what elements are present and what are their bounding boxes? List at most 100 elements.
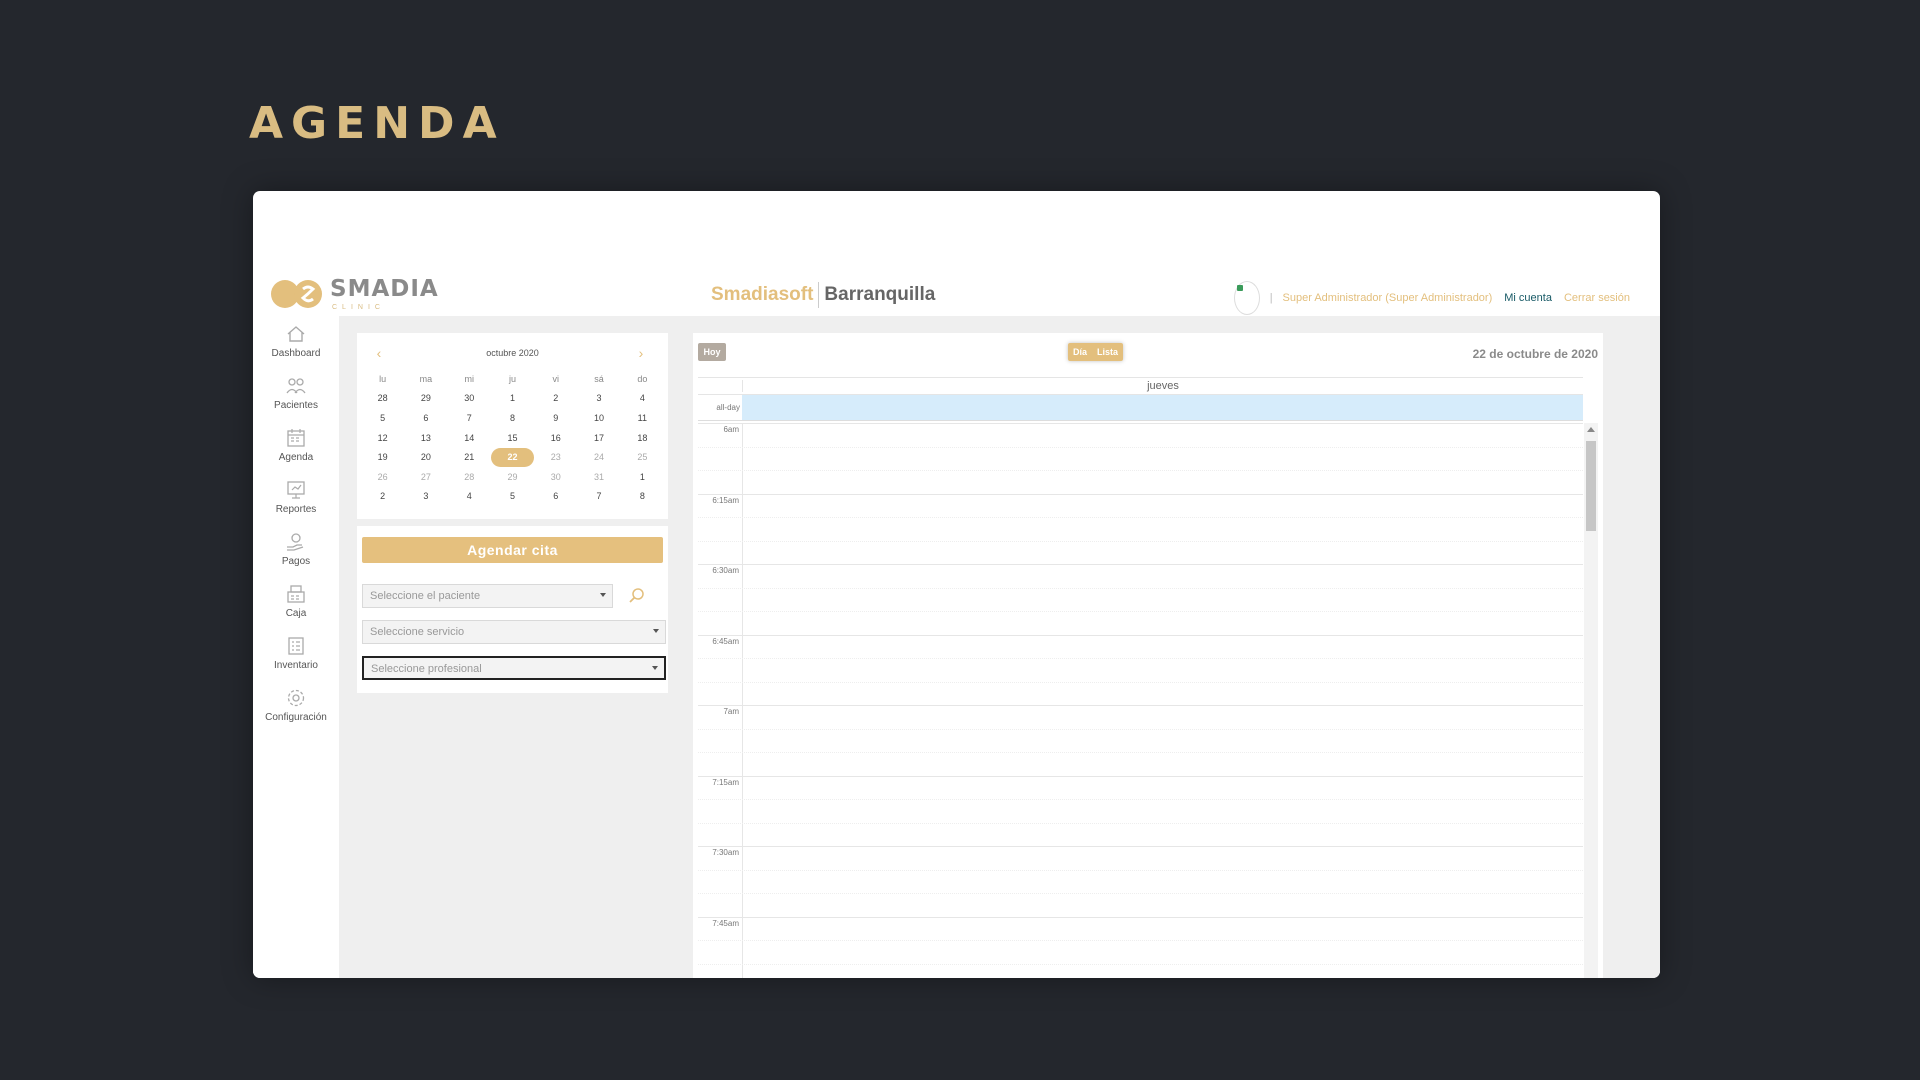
calendar-day[interactable]: 25 bbox=[621, 452, 664, 462]
sidebar-item-pacientes[interactable]: Pacientes bbox=[253, 375, 339, 421]
chevron-down-icon bbox=[600, 593, 606, 597]
time-slot-minor[interactable] bbox=[698, 540, 1583, 542]
calendar-day[interactable]: 2 bbox=[534, 393, 577, 403]
allday-cell[interactable] bbox=[742, 395, 1583, 420]
time-slot-minor[interactable] bbox=[698, 728, 1583, 730]
time-slot-minor[interactable] bbox=[698, 869, 1583, 871]
calendar-day[interactable]: 2 bbox=[361, 491, 404, 501]
calendar-day[interactable]: 6 bbox=[404, 413, 447, 423]
calendar-day[interactable]: 7 bbox=[577, 491, 620, 501]
time-slot-minor[interactable] bbox=[698, 658, 1583, 659]
time-slot-minor[interactable] bbox=[698, 681, 1583, 683]
calendar-day[interactable]: 30 bbox=[534, 472, 577, 482]
calendar-day[interactable]: 19 bbox=[361, 452, 404, 462]
time-slot[interactable]: 6:30am bbox=[698, 564, 1583, 575]
time-slot[interactable]: 7:45am bbox=[698, 916, 1583, 928]
calendar-day[interactable]: 15 bbox=[491, 433, 534, 443]
logout-link[interactable]: Cerrar sesión bbox=[1564, 292, 1630, 304]
calendar-day[interactable]: 20 bbox=[404, 452, 447, 462]
time-slot[interactable]: 6:45am bbox=[698, 634, 1583, 646]
calendar-day[interactable]: 29 bbox=[491, 472, 534, 482]
calendar-day[interactable]: 8 bbox=[491, 413, 534, 423]
sidebar-item-dashboard[interactable]: Dashboard bbox=[253, 323, 339, 369]
calendar-day[interactable]: 1 bbox=[621, 472, 664, 482]
user-name[interactable]: Super Administrador (Super Administrador… bbox=[1283, 292, 1493, 304]
calendar-day[interactable]: 4 bbox=[621, 393, 664, 403]
service-select[interactable]: Seleccione servicio bbox=[362, 620, 666, 644]
calendar-day[interactable]: 27 bbox=[404, 472, 447, 482]
calendar-day[interactable]: 30 bbox=[448, 393, 491, 403]
time-slot[interactable]: 7:30am bbox=[698, 846, 1583, 857]
calendar-day[interactable]: 29 bbox=[404, 393, 447, 403]
time-grid[interactable]: 6am 6:15am 6:30am 6:45am 7am 7:15am 7:30am 7:45… bbox=[698, 423, 1583, 978]
calendar-day[interactable]: 5 bbox=[491, 491, 534, 501]
time-slot-minor[interactable] bbox=[698, 752, 1583, 753]
calendar-day[interactable]: 23 bbox=[534, 452, 577, 462]
chevron-right-icon[interactable]: › bbox=[632, 345, 650, 361]
weekday-header: vi bbox=[552, 373, 560, 384]
calendar-day[interactable]: 11 bbox=[621, 413, 664, 423]
calendar-day[interactable]: 21 bbox=[448, 452, 491, 462]
time-slot-minor[interactable] bbox=[698, 799, 1583, 800]
calendar-day[interactable]: 9 bbox=[534, 413, 577, 423]
professional-select[interactable]: Seleccione profesional bbox=[362, 656, 666, 680]
sidebar-item-reportes[interactable]: Reportes bbox=[253, 479, 339, 525]
brand-divider bbox=[818, 282, 820, 308]
calendar-day-number: 26 bbox=[377, 471, 388, 482]
time-slot-minor[interactable] bbox=[698, 822, 1583, 824]
today-button[interactable]: Hoy bbox=[698, 343, 726, 361]
calendar-day[interactable]: 28 bbox=[448, 472, 491, 482]
calendar-day[interactable]: 5 bbox=[361, 413, 404, 423]
search-icon[interactable] bbox=[627, 586, 647, 606]
calendar-day[interactable]: 26 bbox=[361, 472, 404, 482]
time-slot-minor[interactable] bbox=[698, 611, 1583, 612]
calendar-day[interactable]: 7 bbox=[448, 413, 491, 423]
calendar-day-today[interactable]: 22 bbox=[490, 447, 534, 467]
calendar-day[interactable]: 12 bbox=[361, 433, 404, 443]
time-slot-minor[interactable] bbox=[698, 470, 1583, 471]
time-slot[interactable]: 7:15am bbox=[698, 775, 1583, 787]
view-list-button[interactable]: Lista bbox=[1092, 343, 1124, 361]
calendar-day[interactable]: 3 bbox=[577, 393, 620, 403]
patient-select[interactable]: Seleccione el paciente bbox=[362, 584, 613, 608]
calendar-day[interactable]: 24 bbox=[577, 452, 620, 462]
time-slot[interactable]: 7am bbox=[698, 705, 1583, 716]
calendar-day-number: 5 bbox=[380, 412, 386, 423]
scrollbar[interactable] bbox=[1584, 423, 1598, 978]
time-slot-minor[interactable] bbox=[698, 940, 1583, 941]
calendar-day[interactable]: 17 bbox=[577, 433, 620, 443]
calendar-day[interactable]: 8 bbox=[621, 491, 664, 501]
logo[interactable]: SMADIA CLINIC bbox=[270, 273, 438, 315]
calendar-day[interactable]: 10 bbox=[577, 413, 620, 423]
sidebar-item-inventario[interactable]: Inventario bbox=[253, 635, 339, 681]
sidebar-item-agenda[interactable]: Agenda bbox=[253, 427, 339, 473]
sidebar-item-configuracion[interactable]: Configuración bbox=[253, 687, 339, 733]
calendar-day[interactable]: 3 bbox=[404, 491, 447, 501]
sidebar-item-pagos[interactable]: Pagos bbox=[253, 531, 339, 577]
avatar[interactable] bbox=[1233, 281, 1260, 315]
time-slot-minor[interactable] bbox=[698, 587, 1583, 589]
calendar-day[interactable]: 28 bbox=[361, 393, 404, 403]
calendar-day[interactable]: 6 bbox=[534, 491, 577, 501]
calendar-day[interactable]: 13 bbox=[404, 433, 447, 443]
calendar-day[interactable]: 1 bbox=[491, 393, 534, 403]
time-slot-minor[interactable] bbox=[698, 446, 1583, 448]
time-slot-minor[interactable] bbox=[698, 893, 1583, 894]
scroll-thumb[interactable] bbox=[1586, 441, 1596, 531]
time-slot[interactable]: 6am bbox=[698, 423, 1583, 434]
scroll-up-icon[interactable] bbox=[1587, 427, 1595, 432]
calendar-day[interactable]: 4 bbox=[448, 491, 491, 501]
calendar-day[interactable]: 14 bbox=[448, 433, 491, 443]
time-slot-minor[interactable] bbox=[698, 963, 1583, 965]
calendar-day[interactable]: 31 bbox=[577, 472, 620, 482]
time-slot[interactable]: 6:15am bbox=[698, 493, 1583, 505]
calendar-day[interactable]: 18 bbox=[621, 433, 664, 443]
time-slot-minor[interactable] bbox=[698, 517, 1583, 518]
my-account-link[interactable]: Mi cuenta bbox=[1504, 292, 1552, 304]
book-appointment-button[interactable]: Agendar cita bbox=[362, 537, 663, 563]
calendar-day[interactable]: 16 bbox=[534, 433, 577, 443]
sidebar-item-caja[interactable]: Caja bbox=[253, 583, 339, 629]
view-day-button[interactable]: Día bbox=[1068, 343, 1093, 361]
calendar-week-row: 5 6 7 8 9 10 11 bbox=[361, 408, 664, 428]
calendar-day-number: 6 bbox=[553, 491, 559, 502]
